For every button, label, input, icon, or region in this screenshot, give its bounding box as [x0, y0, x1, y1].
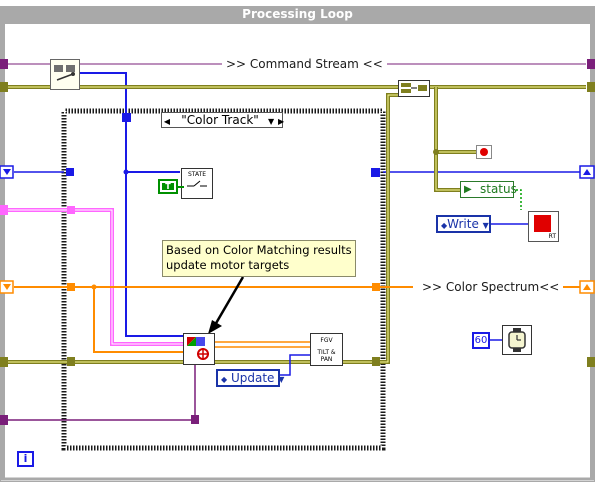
case-tunnel-blue-right[interactable]: [371, 168, 380, 177]
case-tunnel-command-left[interactable]: [67, 357, 75, 366]
rt-label: RT: [548, 233, 556, 240]
fgv-pan-label: PAN: [320, 356, 333, 363]
arrow-icon: ▶: [464, 184, 472, 195]
decrement-arrow-icon[interactable]: ◀: [162, 115, 172, 129]
watch-icon: [508, 328, 526, 352]
wire-junction: [123, 169, 129, 175]
command-stream-label: >> Command Stream <<: [222, 57, 387, 71]
shift-register-right-2[interactable]: [587, 82, 595, 92]
bundle-node[interactable]: [398, 80, 430, 97]
case-tunnel-blue-left[interactable]: [66, 168, 74, 176]
case-selector-value: "Color Track": [181, 113, 259, 127]
rt-led-icon: [534, 215, 551, 232]
command-wire-to-status: [434, 87, 460, 192]
case-tunnel-spectrum-left[interactable]: [67, 283, 75, 291]
enum-arrows-icon: ◆: [221, 375, 228, 384]
write-enum[interactable]: ◆Write ▼: [436, 215, 491, 233]
case-tunnel-purple[interactable]: [191, 415, 199, 424]
shift-register-left-2[interactable]: [0, 82, 8, 92]
boolean-constant-value: T: [162, 183, 174, 191]
boolean-constant[interactable]: T: [158, 179, 178, 194]
comment-arrow: [213, 276, 245, 326]
wait-constant[interactable]: 60: [472, 332, 490, 349]
shift-register-left-error[interactable]: [0, 205, 8, 215]
command-wire-to-status-center: [435, 87, 460, 191]
update-enum[interactable]: ◆ Update ▼: [216, 369, 284, 387]
error-wire-center: [8, 209, 183, 345]
case-tunnel-blue-top[interactable]: [122, 113, 131, 122]
command-wire-riser-center: [386, 94, 398, 363]
write-enum-value: Write: [447, 217, 479, 231]
shift-register-left-3[interactable]: [0, 357, 8, 367]
bool-wire: [176, 186, 184, 188]
fgv-tilt-pan-subvi[interactable]: FGV TILT & PAN: [310, 333, 343, 366]
fgv-label: FGV: [320, 337, 333, 344]
rt-indicator[interactable]: RT: [528, 211, 559, 242]
wait-wire: [490, 339, 502, 341]
status-indicator[interactable]: ▶ status: [460, 181, 517, 198]
stop-led-icon: [480, 148, 488, 156]
switch-icon: [187, 180, 207, 187]
comment-arrow-head: [208, 320, 222, 334]
purple-wire-bottom: [8, 365, 196, 421]
state-node-label: STATE: [187, 171, 207, 178]
wire-junction: [91, 284, 97, 290]
color-spectrum-label: >> Color Spectrum<<: [418, 280, 564, 294]
case-tunnel-spectrum-right[interactable]: [372, 283, 380, 291]
color-match-icon: [187, 337, 209, 360]
shift-register-left-1[interactable]: [0, 59, 8, 69]
wire-junction: [433, 149, 439, 155]
error-wire: [8, 208, 183, 346]
case-tunnel-command-right[interactable]: [372, 357, 380, 366]
fgv-tilt-label: TILT &: [317, 349, 336, 356]
case-selector[interactable]: ◀ "Color Track" ▼ ▶: [161, 112, 284, 129]
dropdown-arrow-icon[interactable]: ▼: [268, 115, 278, 129]
wait-ms-node[interactable]: [502, 325, 532, 355]
shift-register-left-4[interactable]: [0, 415, 8, 425]
iteration-info-icon[interactable]: i: [17, 451, 34, 467]
dropdown-arrow-icon: ▼: [482, 221, 489, 230]
shift-register-right-3[interactable]: [587, 357, 595, 367]
status-label: status: [480, 182, 517, 196]
case-tunnel-error[interactable]: [67, 206, 75, 214]
dropdown-arrow-icon: ▼: [278, 375, 285, 384]
update-enum-wire: [280, 354, 310, 376]
increment-arrow-icon[interactable]: ▶: [278, 117, 284, 126]
stop-indicator[interactable]: [476, 145, 492, 159]
color-match-subvi[interactable]: [183, 333, 215, 365]
update-enum-value: Update: [230, 371, 275, 385]
state-node[interactable]: STATE: [181, 168, 213, 199]
diagram-comment[interactable]: Based on Color Matching results update m…: [162, 240, 356, 277]
shift-register-right-1[interactable]: [587, 59, 595, 69]
dequeue-node[interactable]: [50, 59, 80, 90]
bundle-icon: [401, 83, 427, 93]
